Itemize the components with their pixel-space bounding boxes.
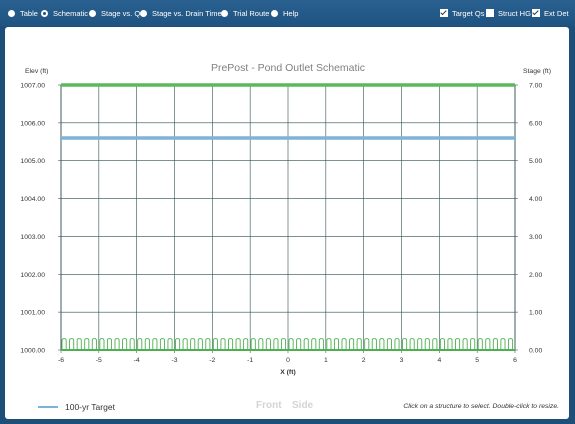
side-view-button[interactable]: Side (292, 400, 313, 411)
x-tick-label: -3 (171, 357, 177, 364)
y-left-tick-label: 1000.00 (20, 348, 45, 355)
x-tick-label: -5 (96, 357, 102, 364)
checkbox-target-qs[interactable]: Target Qs (440, 7, 485, 19)
checkbox-target-qs-label: Target Qs (452, 8, 485, 18)
hint-text: Click on a structure to select. Double-c… (403, 403, 559, 410)
x-tick-label: -6 (58, 357, 64, 364)
radio-schematic-dot[interactable] (41, 9, 48, 17)
y-right-tick-label: 1.00 (529, 310, 542, 317)
chart-grid (60, 84, 516, 351)
radio-stage-vs-drain-time-dot[interactable] (140, 9, 147, 17)
y-right-tick-label: 3.00 (529, 234, 542, 241)
front-view-button[interactable]: Front (256, 400, 282, 411)
radio-help-dot[interactable] (271, 9, 278, 17)
y-right-tick-label: 7.00 (529, 83, 542, 90)
checkbox-ext-det[interactable]: Ext Det (532, 7, 569, 19)
schematic-panel: PrePost - Pond Outlet Schematic Elev (ft… (5, 27, 569, 419)
legend-label: 100-yr Target (65, 402, 115, 412)
y-left-tick-label: 1006.00 (20, 120, 45, 127)
checkbox-struct-hg-label: Struct HG (498, 8, 531, 18)
x-axis-label: X (ft) (280, 369, 295, 376)
y-right-tick-label: 5.00 (529, 158, 542, 165)
y-left-axis-label: Elev (ft) (25, 68, 48, 75)
schematic-chart[interactable]: PrePost - Pond Outlet Schematic Elev (ft… (5, 27, 569, 397)
radio-trial-route-label: Trial Route (233, 8, 270, 18)
x-tick-label: 5 (475, 357, 479, 364)
y-right-tick-label: 6.00 (529, 120, 542, 127)
x-tick-label: 6 (513, 357, 517, 364)
radio-stage-vs-drain-time-label: Stage vs. Drain Time (152, 8, 222, 18)
y-left-tick-label: 1001.00 (20, 310, 45, 317)
toolbar: Table Schematic Stage vs. Q Stage vs. Dr… (0, 0, 575, 26)
x-tick-label: -1 (247, 357, 253, 364)
x-tick-label: 3 (400, 357, 404, 364)
chart-title: PrePost - Pond Outlet Schematic (211, 62, 365, 74)
legend: 100-yr Target (38, 402, 115, 412)
y-left-tick-label: 1003.00 (20, 234, 45, 241)
radio-stage-vs-q-dot[interactable] (89, 9, 96, 17)
y-left-tick-label: 1005.00 (20, 158, 45, 165)
y-left-tick-label: 1002.00 (20, 272, 45, 279)
radio-table-dot[interactable] (8, 9, 15, 17)
radio-trial-route-dot[interactable] (221, 9, 228, 17)
checkbox-struct-hg[interactable]: Struct HG (486, 7, 531, 19)
radio-stage-vs-q-label: Stage vs. Q (101, 8, 141, 18)
radio-schematic-label: Schematic (53, 8, 89, 18)
checkbox-ext-det-label: Ext Det (544, 8, 569, 18)
y-right-axis-label: Stage (ft) (523, 68, 551, 75)
radio-help[interactable]: Help (271, 7, 298, 19)
x-tick-label: 0 (286, 357, 290, 364)
x-tick-label: 1 (324, 357, 328, 364)
radio-help-label: Help (283, 8, 299, 18)
radio-table[interactable]: Table (8, 7, 38, 19)
radio-trial-route[interactable]: Trial Route (221, 7, 269, 19)
y-left-tick-label: 1007.00 (20, 83, 45, 90)
x-tick-label: 4 (437, 357, 441, 364)
x-tick-label: -2 (209, 357, 215, 364)
radio-schematic[interactable]: Schematic (41, 7, 88, 19)
y-right-tick-label: 4.00 (529, 196, 542, 203)
legend-swatch (38, 406, 58, 408)
outlet-pattern (61, 338, 514, 350)
radio-table-label: Table (20, 8, 38, 18)
checkbox-struct-hg-box[interactable] (486, 9, 494, 17)
checkbox-ext-det-box[interactable] (532, 9, 540, 17)
y-right-tick-label: 0.00 (529, 348, 542, 355)
y-left-tick-label: 1004.00 (20, 196, 45, 203)
x-tick-label: -4 (134, 357, 140, 364)
radio-stage-vs-drain-time[interactable]: Stage vs. Drain Time (140, 7, 222, 19)
radio-stage-vs-q[interactable]: Stage vs. Q (89, 7, 140, 19)
y-right-tick-label: 2.00 (529, 272, 542, 279)
checkbox-target-qs-box[interactable] (440, 9, 448, 17)
x-tick-label: 2 (362, 357, 366, 364)
